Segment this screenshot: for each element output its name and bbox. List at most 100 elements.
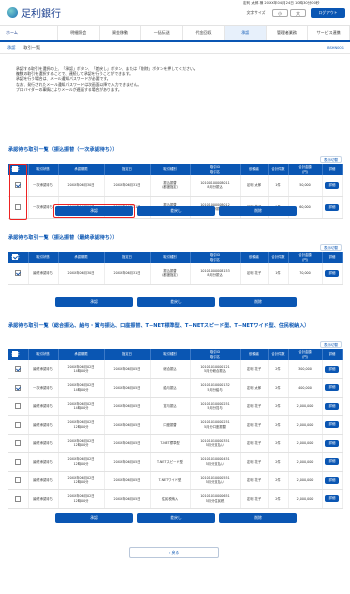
table-cell: 20XX年06月31日 bbox=[104, 175, 151, 197]
detail-button[interactable]: 詳細 bbox=[325, 365, 339, 373]
select-all-checkbox[interactable] bbox=[12, 254, 19, 261]
detail-button[interactable]: 詳細 bbox=[325, 203, 339, 211]
table-cell: 給与振込 bbox=[150, 378, 191, 398]
nav-batch[interactable]: 一括伝送 bbox=[141, 26, 184, 40]
transaction-table: 全て 取引状態承認期限指定日取引種別取引ID取引名依頼者合計件数合計金額(円)詳… bbox=[8, 252, 343, 285]
table-cell: 総合振込 bbox=[150, 360, 191, 379]
col-id: 取引ID 取引名 bbox=[190, 164, 241, 175]
table-row: 最終承認待ち 20XX年06月02日 12時00分 20XX年06月05日 口座振替 10… bbox=[8, 415, 343, 435]
table-cell: 最終承認待ち bbox=[28, 397, 59, 416]
back-button[interactable]: ‹ 戻る bbox=[129, 547, 219, 558]
detail-button[interactable]: 詳細 bbox=[325, 402, 339, 410]
table-cell: 詳細 bbox=[322, 471, 343, 490]
logout-button[interactable]: ログアウト bbox=[311, 8, 345, 18]
table-cell bbox=[8, 489, 29, 509]
font-small-button[interactable]: 小 bbox=[272, 9, 288, 17]
table-cell bbox=[8, 378, 29, 398]
table-row: 一次承認待ち20XX年06月30日20XX年06月31日振込振替（都度指定）10… bbox=[8, 175, 343, 197]
table-cell: 10101000008153 8月分振込 bbox=[190, 263, 241, 285]
table-cell: 20XX年06月02日 12時00分 bbox=[58, 452, 105, 472]
row-checkbox[interactable] bbox=[14, 440, 21, 447]
highlight-checkbox-column bbox=[9, 164, 27, 220]
detail-button[interactable]: 詳細 bbox=[325, 181, 339, 189]
delete-button[interactable]: 削除 bbox=[219, 297, 297, 307]
detail-button[interactable]: 詳細 bbox=[325, 384, 339, 392]
instructions: 承認する取引を選択の上、「承認」ボタン、「差戻し」ボタン、または「削除」ボタンを… bbox=[0, 54, 350, 131]
column-header: 指定日 bbox=[104, 349, 151, 360]
select-all-checkbox[interactable] bbox=[12, 351, 19, 358]
table-cell: 最終承認待ち bbox=[28, 489, 59, 509]
return-button[interactable]: 差戻し bbox=[137, 206, 215, 216]
row-checkbox[interactable] bbox=[14, 403, 21, 410]
breadcrumb-sub: 取引一覧 bbox=[23, 45, 41, 50]
row-checkbox[interactable] bbox=[14, 477, 21, 484]
row-checkbox[interactable] bbox=[14, 421, 21, 428]
bank-name: 足利銀行 bbox=[21, 9, 61, 20]
column-header: 詳細 bbox=[322, 252, 343, 263]
table-cell: 10101010000651 5月分住民税 bbox=[190, 489, 241, 509]
table-cell: 20XX年06月02日 12時00分 bbox=[58, 489, 105, 509]
table-cell: T-NETワイド型 bbox=[150, 471, 191, 490]
display-toggle[interactable]: 表示切替 bbox=[320, 341, 342, 348]
return-button[interactable]: 差戻し bbox=[137, 297, 215, 307]
detail-button[interactable]: 詳細 bbox=[325, 421, 339, 429]
table-cell: 最終承認待ち bbox=[28, 263, 59, 285]
table-cell: 詳細 bbox=[322, 489, 343, 509]
table-row: 一次承認待ち 20XX年06月02日 14時00分 20XX年06月05日 給与振込 10… bbox=[8, 378, 343, 398]
col-amount: 合計金額 (円) bbox=[288, 164, 323, 175]
col-type: 取引種別 bbox=[150, 164, 191, 175]
table-cell: 最終承認待ち bbox=[28, 415, 59, 435]
user-info: 定利 太郎 様 20XX年04月24日 10時30分00秒 bbox=[243, 1, 320, 5]
column-header: 取引状態 bbox=[28, 349, 59, 360]
row-checkbox[interactable] bbox=[14, 384, 21, 391]
approve-button[interactable]: 承認 bbox=[55, 297, 133, 307]
table-row: 最終承認待ち 20XX年06月02日 12時00分 20XX年06月05日 T-NET標… bbox=[8, 434, 343, 453]
nav-meisai[interactable]: 明細照会 bbox=[58, 26, 100, 40]
font-large-button[interactable]: 大 bbox=[290, 9, 306, 17]
detail-button[interactable]: 詳細 bbox=[325, 458, 339, 466]
table-row: 最終承認待ち 20XX年06月30日 20XX年06月31日 振込振替 （都度指定） 10… bbox=[8, 263, 343, 285]
nav-approval[interactable]: 承認 bbox=[224, 26, 267, 40]
delete-button[interactable]: 削除 bbox=[219, 513, 297, 523]
table-cell: 20XX年06月31日 bbox=[104, 263, 151, 285]
table-cell: 振込振替（都度指定） bbox=[150, 175, 191, 197]
table-cell: 2件 bbox=[268, 434, 289, 453]
detail-button[interactable]: 詳細 bbox=[325, 439, 339, 447]
display-toggle[interactable]: 表示切替 bbox=[320, 156, 342, 163]
table-cell: 定利 太郎 bbox=[240, 378, 269, 398]
return-button[interactable]: 差戻し bbox=[137, 513, 215, 523]
nav-service[interactable]: サービス連携 bbox=[308, 26, 350, 40]
table-cell: 2件 bbox=[268, 360, 289, 379]
table-cell: 定利 花子 bbox=[240, 489, 269, 509]
table-cell: 20XX年06月02日 12時00分 bbox=[58, 415, 105, 435]
section-2: 承認待ち取引一覧（振込振替（最終承認待ち）） 全1件 表示切替 全て 取引状態承… bbox=[0, 234, 350, 285]
row-checkbox[interactable] bbox=[14, 458, 21, 465]
table-cell: 2,000,000 bbox=[288, 415, 323, 435]
row-checkbox[interactable] bbox=[14, 366, 21, 372]
col-requester: 依頼者 bbox=[240, 164, 269, 175]
detail-button[interactable]: 詳細 bbox=[325, 269, 339, 277]
row-checkbox[interactable] bbox=[14, 495, 21, 502]
table-cell: 20XX年06月02日 14時00分 bbox=[58, 360, 105, 379]
highlight-approve-button bbox=[53, 204, 135, 218]
table-cell: 詳細 bbox=[322, 415, 343, 435]
row-checkbox[interactable] bbox=[14, 270, 21, 277]
table-cell: 2件 bbox=[268, 489, 289, 509]
nav-collection[interactable]: 代金回収 bbox=[183, 26, 225, 40]
table-cell: 定利 花子 bbox=[240, 397, 269, 416]
detail-button[interactable]: 詳細 bbox=[325, 495, 339, 503]
column-header: 依頼者 bbox=[240, 252, 269, 263]
table-cell: 1件 bbox=[268, 263, 289, 285]
detail-button[interactable]: 詳細 bbox=[325, 476, 339, 484]
delete-button[interactable]: 削除 bbox=[219, 206, 297, 216]
table-cell: 詳細 bbox=[322, 360, 343, 379]
nav-transfer[interactable]: 資金移動 bbox=[100, 26, 142, 40]
table-cell: 2件 bbox=[268, 452, 289, 472]
approve-button[interactable]: 承認 bbox=[55, 513, 133, 523]
display-toggle[interactable]: 表示切替 bbox=[320, 244, 342, 251]
table-cell: 定利 花子 bbox=[240, 452, 269, 472]
nav-home[interactable]: ホーム bbox=[0, 26, 58, 40]
col-date: 指定日 bbox=[104, 164, 151, 175]
table-cell: 20XX年06月02日 12時00分 bbox=[58, 471, 105, 490]
nav-admin[interactable]: 管理者業務 bbox=[267, 26, 309, 40]
